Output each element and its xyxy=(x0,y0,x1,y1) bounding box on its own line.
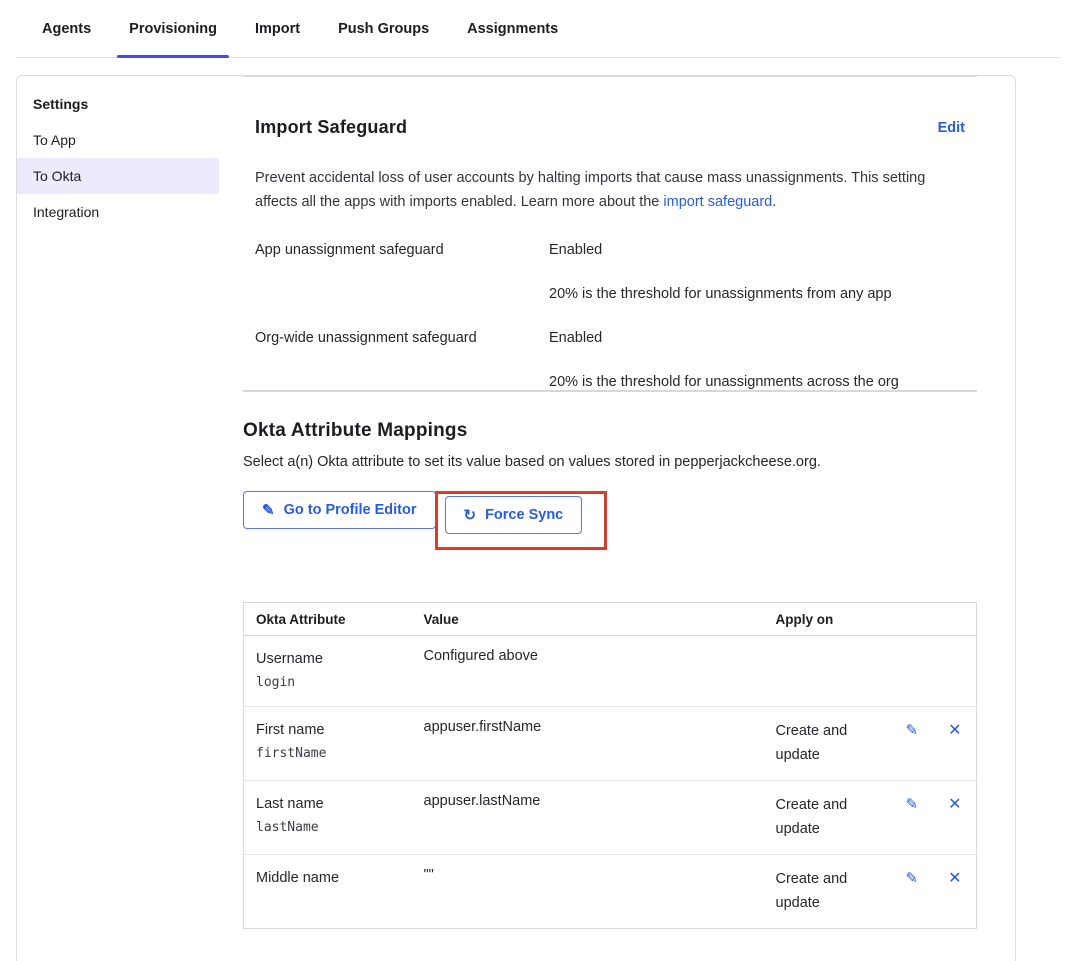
safeguard-row-org: Org-wide unassignment safeguard Enabled … xyxy=(255,330,965,390)
attribute-variable: login xyxy=(256,673,400,693)
attribute-name: Middle name xyxy=(256,867,400,889)
mappings-actions-row: ✎ Go to Profile Editor ↻ Force Sync xyxy=(243,491,977,550)
mapping-value: "" xyxy=(412,855,764,929)
apply-on-value xyxy=(764,636,882,707)
pencil-icon: ✎ xyxy=(262,503,275,518)
safeguard-detail: 20% is the threshold for unassignments f… xyxy=(549,286,965,302)
attribute-name: First name xyxy=(256,719,400,741)
force-sync-button[interactable]: ↻ Force Sync xyxy=(445,496,583,534)
tab-provisioning[interactable]: Provisioning xyxy=(117,0,229,57)
go-to-profile-editor-button[interactable]: ✎ Go to Profile Editor xyxy=(243,491,436,529)
sidebar-item-integration[interactable]: Integration xyxy=(17,194,219,230)
button-label: Force Sync xyxy=(485,507,563,523)
attribute-name: Last name xyxy=(256,793,400,815)
safeguard-status: Enabled xyxy=(549,330,965,346)
mappings-title: Okta Attribute Mappings xyxy=(243,420,977,442)
attribute-variable: lastName xyxy=(256,818,400,838)
apply-on-value: Create and update xyxy=(764,707,882,781)
attribute-name: Username xyxy=(256,648,400,670)
mapping-value: Configured above xyxy=(412,636,764,707)
apply-on-value: Create and update xyxy=(764,781,882,855)
col-header-actions xyxy=(882,603,977,636)
settings-content: Import Safeguard Edit Prevent accidental… xyxy=(219,76,1015,961)
tab-import[interactable]: Import xyxy=(243,0,312,57)
sidebar-item-to-okta[interactable]: To Okta xyxy=(17,158,219,194)
safeguard-row-app: App unassignment safeguard Enabled 20% i… xyxy=(255,242,965,302)
table-row-last-name: Last name lastName appuser.lastName Crea… xyxy=(244,781,977,855)
sidebar-title: Settings xyxy=(17,86,219,122)
description-period: . xyxy=(772,194,776,210)
description-text: Prevent accidental loss of user accounts… xyxy=(255,170,925,210)
table-row-middle-name: Middle name "" Create and update ✎ ✕ xyxy=(244,855,977,929)
import-safeguard-link[interactable]: import safeguard xyxy=(663,194,772,210)
remove-mapping-icon[interactable]: ✕ xyxy=(948,871,961,887)
import-safeguard-description: Prevent accidental loss of user accounts… xyxy=(255,166,955,214)
safeguard-label: App unassignment safeguard xyxy=(255,242,549,302)
col-header-value: Value xyxy=(412,603,764,636)
import-safeguard-title: Import Safeguard xyxy=(255,117,407,138)
app-tab-bar: Agents Provisioning Import Push Groups A… xyxy=(16,0,1060,58)
edit-mapping-icon[interactable]: ✎ xyxy=(906,723,919,739)
col-header-apply-on: Apply on xyxy=(764,603,882,636)
table-header-row: Okta Attribute Value Apply on xyxy=(244,603,977,636)
table-row-username: Username login Configured above xyxy=(244,636,977,707)
button-label: Go to Profile Editor xyxy=(284,502,417,518)
force-sync-highlight-box: ↻ Force Sync xyxy=(435,491,608,550)
safeguard-detail: 20% is the threshold for unassignments a… xyxy=(549,374,965,390)
col-header-okta-attribute: Okta Attribute xyxy=(244,603,412,636)
remove-mapping-icon[interactable]: ✕ xyxy=(948,797,961,813)
okta-attribute-mappings-section: Okta Attribute Mappings Select a(n) Okta… xyxy=(243,420,977,929)
edit-mapping-icon[interactable]: ✎ xyxy=(906,797,919,813)
section-divider xyxy=(243,391,977,392)
tab-push-groups[interactable]: Push Groups xyxy=(326,0,441,57)
safeguard-status: Enabled xyxy=(549,242,965,258)
tab-assignments[interactable]: Assignments xyxy=(455,0,570,57)
attribute-mappings-table: Okta Attribute Value Apply on Username l… xyxy=(243,602,977,929)
table-row-first-name: First name firstName appuser.firstName C… xyxy=(244,707,977,781)
edit-mapping-icon[interactable]: ✎ xyxy=(906,871,919,887)
section-divider xyxy=(243,76,977,77)
tab-agents[interactable]: Agents xyxy=(30,0,103,57)
refresh-icon: ↻ xyxy=(464,508,477,523)
mapping-value: appuser.lastName xyxy=(412,781,764,855)
sidebar-item-to-app[interactable]: To App xyxy=(17,122,219,158)
apply-on-value: Create and update xyxy=(764,855,882,929)
provisioning-card: Settings To App To Okta Integration Impo… xyxy=(16,75,1016,961)
remove-mapping-icon[interactable]: ✕ xyxy=(948,723,961,739)
mapping-value: appuser.firstName xyxy=(412,707,764,781)
settings-sidebar: Settings To App To Okta Integration xyxy=(17,76,219,961)
import-safeguard-section: Import Safeguard Edit Prevent accidental… xyxy=(243,117,977,390)
edit-link[interactable]: Edit xyxy=(938,120,965,136)
attribute-variable: firstName xyxy=(256,744,400,764)
mappings-subtitle: Select a(n) Okta attribute to set its va… xyxy=(243,454,977,470)
safeguard-label: Org-wide unassignment safeguard xyxy=(255,330,549,390)
